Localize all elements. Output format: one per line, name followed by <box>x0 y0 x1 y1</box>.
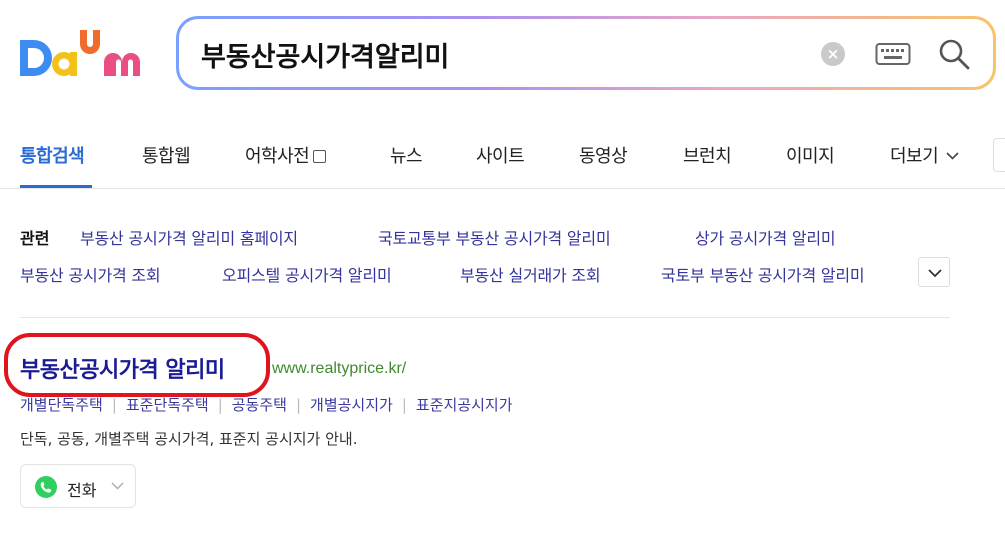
tab-settings-edge[interactable] <box>993 138 1005 172</box>
search-tabs: 통합검색 통합웹 어학사전 뉴스 사이트 동영상 브런치 이미지 더보기 <box>0 120 1005 189</box>
tab-image[interactable]: 이미지 <box>786 142 835 168</box>
tab-site[interactable]: 사이트 <box>476 142 525 168</box>
related-row-2: 부동산 공시가격 조회 오피스텔 공시가격 알리미 부동산 실거래가 조회 국토… <box>20 257 910 287</box>
call-button[interactable]: 전화 <box>20 464 136 508</box>
result-description: 단독, 공동, 개별주택 공시가격, 표준지 공시지가 안내. <box>20 430 358 448</box>
separator: | <box>295 396 302 414</box>
tab-brunch[interactable]: 브런치 <box>683 142 732 168</box>
active-tab-indicator <box>20 185 92 188</box>
tab-more-label: 더보기 <box>890 146 939 167</box>
related-expand-button[interactable] <box>918 257 950 287</box>
search-inner: × <box>179 19 993 87</box>
sublink[interactable]: 공동주택 <box>232 396 287 414</box>
separator: | <box>111 396 117 414</box>
related-link[interactable]: 오피스텔 공시가격 알리미 <box>222 262 392 286</box>
related-link[interactable]: 국토부 부동산 공시가격 알리미 <box>661 262 865 286</box>
sublink[interactable]: 표준지공시지가 <box>416 396 513 414</box>
result-sublinks: 개별단독주택 | 표준단독주택 | 공동주택 | 개별공시지가 | 표준지공시지가 <box>20 394 513 415</box>
result-title-link[interactable]: 부동산공시가격 알리미 <box>20 352 225 384</box>
header: × <box>0 0 1005 120</box>
chevron-down-icon <box>928 269 942 278</box>
result-url[interactable]: www.realtyprice.kr/ <box>272 360 406 378</box>
tab-integrated[interactable]: 통합검색 <box>20 142 85 168</box>
related-link[interactable]: 부동산 실거래가 조회 <box>460 262 601 286</box>
related-link[interactable]: 국토교통부 부동산 공시가격 알리미 <box>378 225 611 249</box>
search-input[interactable] <box>201 35 761 73</box>
divider <box>20 317 950 318</box>
related-link[interactable]: 부동산 공시가격 조회 <box>20 262 161 286</box>
tab-web[interactable]: 통합웹 <box>142 142 191 168</box>
chevron-down-icon <box>946 152 959 160</box>
search-box: × <box>176 16 996 90</box>
search-icon[interactable] <box>937 37 971 71</box>
sublink[interactable]: 표준단독주택 <box>126 396 209 414</box>
tab-news[interactable]: 뉴스 <box>390 142 423 168</box>
window-icon <box>313 150 327 163</box>
tab-dictionary-label: 어학사전 <box>245 146 310 167</box>
related-link[interactable]: 상가 공시가격 알리미 <box>695 225 836 249</box>
tab-dictionary[interactable]: 어학사전 <box>245 142 327 168</box>
related-label: 관련 <box>20 229 50 248</box>
chevron-down-icon <box>111 482 124 490</box>
keyboard-icon[interactable] <box>875 41 911 67</box>
phone-icon <box>35 476 57 498</box>
call-label: 전화 <box>67 481 97 500</box>
separator: | <box>217 396 223 414</box>
tab-video[interactable]: 동영상 <box>579 142 628 168</box>
daum-logo[interactable] <box>18 26 148 80</box>
clear-search-button[interactable]: × <box>821 42 845 66</box>
tab-more[interactable]: 더보기 <box>890 142 959 168</box>
search-result: 부동산공시가격 알리미 www.realtyprice.kr/ 개별단독주택 | 표… <box>0 330 1005 538</box>
sublink[interactable]: 개별단독주택 <box>20 396 103 414</box>
sublink[interactable]: 개별공시지가 <box>310 396 393 414</box>
related-link[interactable]: 부동산 공시가격 알리미 홈페이지 <box>80 225 298 249</box>
separator: | <box>401 396 407 414</box>
